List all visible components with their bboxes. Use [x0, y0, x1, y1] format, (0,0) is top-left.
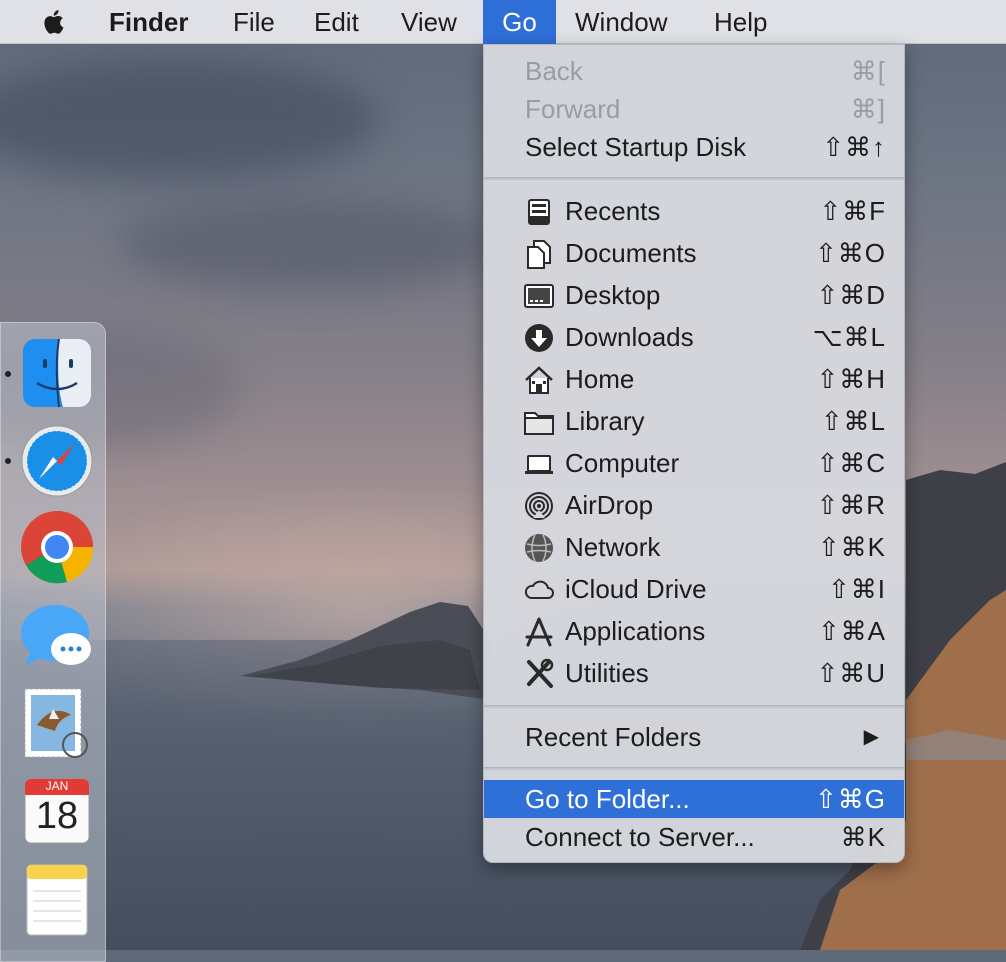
menu-item-airdrop[interactable]: AirDrop ⇧⌘R — [484, 486, 904, 524]
menu-item-label: Computer — [565, 448, 680, 478]
shortcut: ⇧⌘I — [827, 574, 886, 604]
shortcut: ⌘K — [840, 822, 886, 852]
shortcut: ⇧⌘U — [816, 658, 886, 688]
menu-item-recents[interactable]: Recents ⇧⌘F — [484, 192, 904, 230]
running-indicator — [5, 371, 11, 377]
menu-item-label: Home — [565, 364, 635, 394]
menu-item-computer[interactable]: Computer ⇧⌘C — [484, 444, 904, 482]
notes-icon[interactable] — [19, 861, 95, 937]
menu-item-recent-folders[interactable]: Recent Folders ▶ — [484, 718, 904, 756]
shortcut: ⇧⌘R — [816, 490, 886, 520]
menu-window[interactable]: Window — [575, 0, 667, 44]
shortcut: ⌘[ — [850, 56, 886, 86]
shortcut: ⇧⌘A — [817, 616, 886, 646]
menu-item-documents[interactable]: Documents ⇧⌘O — [484, 234, 904, 272]
menu-item-label: Back — [525, 56, 583, 86]
menu-item-label: Forward — [525, 94, 621, 124]
safari-icon[interactable] — [19, 423, 95, 499]
menu-item-label: Downloads — [565, 322, 694, 352]
menu-separator — [484, 705, 904, 708]
downloads-icon — [525, 324, 553, 352]
menu-item-library[interactable]: Library ⇧⌘L — [484, 402, 904, 440]
desktop-icon — [524, 284, 554, 308]
menu-item-utilities[interactable]: Utilities ⇧⌘U — [484, 654, 904, 692]
go-menu: Back ⌘[ Forward ⌘] Select Startup Disk ⇧… — [483, 44, 905, 863]
menu-item-home[interactable]: Home ⇧⌘H — [484, 360, 904, 398]
menu-item-label: iCloud Drive — [565, 574, 707, 604]
shortcut: ⇧⌘D — [816, 280, 886, 310]
calendar-month: JAN — [45, 779, 69, 793]
shortcut: ⇧⌘↑ — [822, 132, 886, 162]
menu-finder[interactable]: Finder — [109, 0, 188, 44]
messages-icon[interactable] — [19, 601, 95, 677]
shortcut: ⇧⌘C — [816, 448, 886, 478]
menu-file[interactable]: File — [233, 0, 275, 44]
shortcut: ⇧⌘F — [819, 196, 886, 226]
menu-view[interactable]: View — [401, 0, 457, 44]
mail-icon[interactable] — [19, 685, 95, 761]
menu-item-desktop[interactable]: Desktop ⇧⌘D — [484, 276, 904, 314]
menu-item-label: Connect to Server... — [525, 822, 755, 852]
airdrop-icon — [525, 492, 553, 520]
menu-go[interactable]: Go — [483, 0, 556, 44]
submenu-arrow-icon: ▶ — [863, 726, 880, 748]
shortcut: ⌘] — [850, 94, 886, 124]
menu-item-applications[interactable]: Applications ⇧⌘A — [484, 612, 904, 650]
applications-icon — [525, 617, 553, 647]
menu-item-connect-to-server[interactable]: Connect to Server... ⌘K — [484, 818, 904, 856]
menu-item-icloud-drive[interactable]: iCloud Drive ⇧⌘I — [484, 570, 904, 608]
folder-icon — [524, 412, 554, 435]
menu-item-network[interactable]: Network ⇧⌘K — [484, 528, 904, 566]
menu-item-label: Library — [565, 406, 645, 436]
running-indicator — [5, 458, 11, 464]
menu-item-forward: Forward ⌘] — [484, 90, 904, 128]
menu-item-label: Recents — [565, 196, 661, 226]
computer-icon — [525, 455, 553, 474]
finder-icon[interactable] — [19, 335, 95, 411]
shortcut: ⌥⌘L — [812, 322, 886, 352]
cloud-icon — [524, 580, 554, 599]
shortcut: ⇧⌘O — [814, 238, 886, 268]
apple-icon[interactable] — [40, 7, 70, 37]
shortcut: ⇧⌘K — [817, 532, 886, 562]
documents-icon — [527, 240, 551, 269]
menu-item-downloads[interactable]: Downloads ⌥⌘L — [484, 318, 904, 356]
menu-bar: Finder File Edit View Go Window Help — [0, 0, 1006, 44]
calendar-icon[interactable]: JAN 18 — [19, 773, 95, 849]
menu-item-select-startup-disk[interactable]: Select Startup Disk ⇧⌘↑ — [484, 128, 904, 166]
menu-item-label: Applications — [565, 616, 706, 646]
menu-help[interactable]: Help — [714, 0, 767, 44]
menu-item-label: Select Startup Disk — [525, 132, 747, 162]
shortcut: ⇧⌘H — [816, 364, 886, 394]
chrome-icon[interactable] — [19, 509, 95, 585]
shortcut: ⇧⌘L — [820, 406, 886, 436]
utilities-icon — [527, 658, 554, 688]
menu-item-back: Back ⌘[ — [484, 52, 904, 90]
network-icon — [525, 534, 553, 562]
recents-icon — [528, 199, 550, 225]
menu-item-label: Network — [565, 532, 661, 562]
calendar-day: 18 — [35, 795, 79, 837]
shortcut: ⇧⌘G — [814, 784, 886, 814]
menu-item-label: Recent Folders — [525, 722, 702, 752]
menu-item-label: Utilities — [565, 658, 649, 688]
menu-edit[interactable]: Edit — [314, 0, 359, 44]
home-icon — [525, 366, 553, 394]
menu-item-go-to-folder[interactable]: Go to Folder... ⇧⌘G — [484, 780, 904, 818]
menu-separator — [484, 177, 904, 180]
dock: JAN 18 — [0, 322, 106, 962]
menu-item-label: AirDrop — [565, 490, 654, 520]
menu-separator — [484, 767, 904, 770]
menu-item-label: Go to Folder... — [525, 784, 690, 814]
menu-item-label: Desktop — [565, 280, 661, 310]
menu-item-label: Documents — [565, 238, 697, 268]
